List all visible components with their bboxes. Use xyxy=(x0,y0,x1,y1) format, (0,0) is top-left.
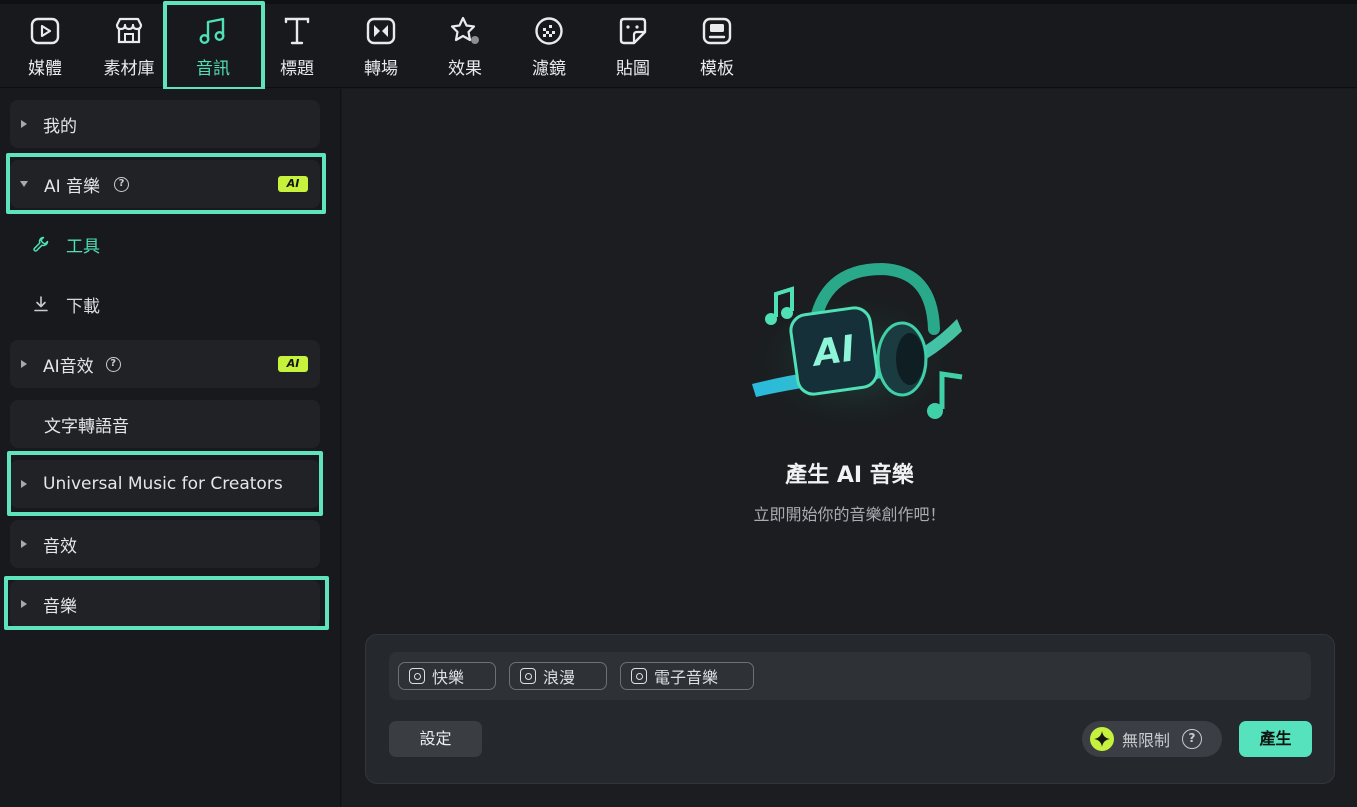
mood-icon xyxy=(520,668,536,684)
tab-filters[interactable]: 濾鏡 xyxy=(507,6,591,88)
generate-button[interactable]: 產生 xyxy=(1239,721,1312,757)
sidebar-item-label: AI 音樂 xyxy=(44,176,101,197)
sidebar: 我的 AI 音樂 ? AI 工具 下載 AI音效 ? AI 文字轉語音 Univ… xyxy=(0,89,341,807)
store-icon xyxy=(115,17,143,44)
tab-label: 媒體 xyxy=(28,59,62,79)
quota-label: 無限制 xyxy=(1122,731,1171,750)
tab-transitions[interactable]: 轉場 xyxy=(339,6,423,88)
ai-badge: AI xyxy=(278,176,308,192)
sidebar-item-text-to-speech[interactable]: 文字轉語音 xyxy=(10,400,320,448)
effects-star-icon xyxy=(450,16,479,44)
tab-templates[interactable]: 模板 xyxy=(675,6,759,88)
quota-badge[interactable]: 無限制 ? xyxy=(1082,721,1222,757)
help-icon[interactable]: ? xyxy=(105,356,121,372)
page-title: 產生 AI 音樂 xyxy=(785,463,914,488)
sidebar-item-sound-effects[interactable]: 音效 xyxy=(10,520,320,568)
title-t-icon xyxy=(284,17,310,45)
sidebar-item-label: 音樂 xyxy=(43,596,77,617)
filter-icon xyxy=(535,17,563,45)
svg-text:AI: AI xyxy=(808,328,858,375)
tab-label: 效果 xyxy=(448,59,482,79)
tab-store[interactable]: 素材庫 xyxy=(87,6,171,88)
tab-media[interactable]: 媒體 xyxy=(3,6,87,88)
help-icon[interactable]: ? xyxy=(1182,729,1203,749)
audio-tab-highlight xyxy=(163,1,265,91)
generate-panel: 快樂 浪漫 電子音樂 設定 無限制 ? 產生 xyxy=(365,634,1335,784)
sidebar-item-ai-music[interactable]: AI 音樂 ? AI xyxy=(10,160,320,208)
sidebar-item-universal-music[interactable]: Universal Music for Creators xyxy=(10,460,320,508)
chip-romantic[interactable]: 浪漫 xyxy=(509,662,607,690)
tab-label: 貼圖 xyxy=(616,59,650,79)
prompt-input[interactable]: 快樂 浪漫 電子音樂 xyxy=(389,652,1311,700)
sidebar-item-my[interactable]: 我的 xyxy=(10,100,320,148)
help-icon[interactable]: ? xyxy=(114,176,130,192)
tab-label: 素材庫 xyxy=(103,59,155,79)
tab-stickers[interactable]: 貼圖 xyxy=(591,6,675,88)
chip-electronic[interactable]: 電子音樂 xyxy=(620,662,754,690)
expand-arrow-icon xyxy=(21,120,27,128)
sidebar-item-label: 音效 xyxy=(43,536,77,557)
tab-effects[interactable]: 效果 xyxy=(423,6,507,88)
tab-titles[interactable]: 標題 xyxy=(255,6,339,88)
tab-label: 轉場 xyxy=(364,59,398,79)
expand-arrow-icon xyxy=(21,540,27,548)
sticker-icon xyxy=(619,17,647,45)
settings-button[interactable]: 設定 xyxy=(389,721,482,757)
sidebar-item-label: 下載 xyxy=(66,296,100,317)
chip-label: 電子音樂 xyxy=(654,668,719,687)
chip-happy[interactable]: 快樂 xyxy=(398,662,496,690)
transition-icon xyxy=(366,17,396,45)
sidebar-item-tools[interactable]: 工具 xyxy=(32,229,100,259)
sidebar-item-label: 工具 xyxy=(66,236,100,257)
sidebar-item-label: Universal Music for Creators xyxy=(43,474,283,494)
media-icon xyxy=(30,17,60,45)
ai-music-headphones-icon: AI xyxy=(744,262,964,429)
wrench-icon xyxy=(33,236,49,252)
top-toolbar: 媒體 素材庫 音訊 標題 轉場 效果 濾鏡 貼圖 模板 xyxy=(0,0,1357,91)
expand-arrow-icon xyxy=(21,600,27,608)
sidebar-item-label: 我的 xyxy=(43,116,77,137)
mood-icon xyxy=(409,668,425,684)
chip-label: 快樂 xyxy=(432,668,465,687)
sparkle-icon xyxy=(1090,727,1114,751)
collapse-arrow-icon xyxy=(20,181,28,187)
genre-icon xyxy=(631,668,647,684)
expand-arrow-icon xyxy=(21,480,27,488)
tab-label: 標題 xyxy=(280,59,314,79)
sidebar-item-label: 文字轉語音 xyxy=(44,416,129,437)
main-panel: AI 產生 AI 音樂 立即開始你的音樂創作吧！ 快樂 浪漫 電子音樂 設定 無… xyxy=(342,89,1357,807)
expand-arrow-icon xyxy=(21,360,27,368)
download-icon xyxy=(34,296,48,312)
sidebar-item-label: AI音效 xyxy=(43,356,94,377)
ai-badge: AI xyxy=(278,356,308,372)
tab-label: 濾鏡 xyxy=(532,59,566,79)
sidebar-item-music[interactable]: 音樂 xyxy=(10,580,320,628)
sidebar-item-ai-sfx[interactable]: AI音效 ? AI xyxy=(10,340,320,388)
chip-label: 浪漫 xyxy=(543,668,576,687)
sidebar-item-download[interactable]: 下載 xyxy=(32,289,100,319)
page-subtitle: 立即開始你的音樂創作吧！ xyxy=(753,505,946,524)
tab-label: 模板 xyxy=(700,59,734,79)
template-icon xyxy=(702,17,732,45)
